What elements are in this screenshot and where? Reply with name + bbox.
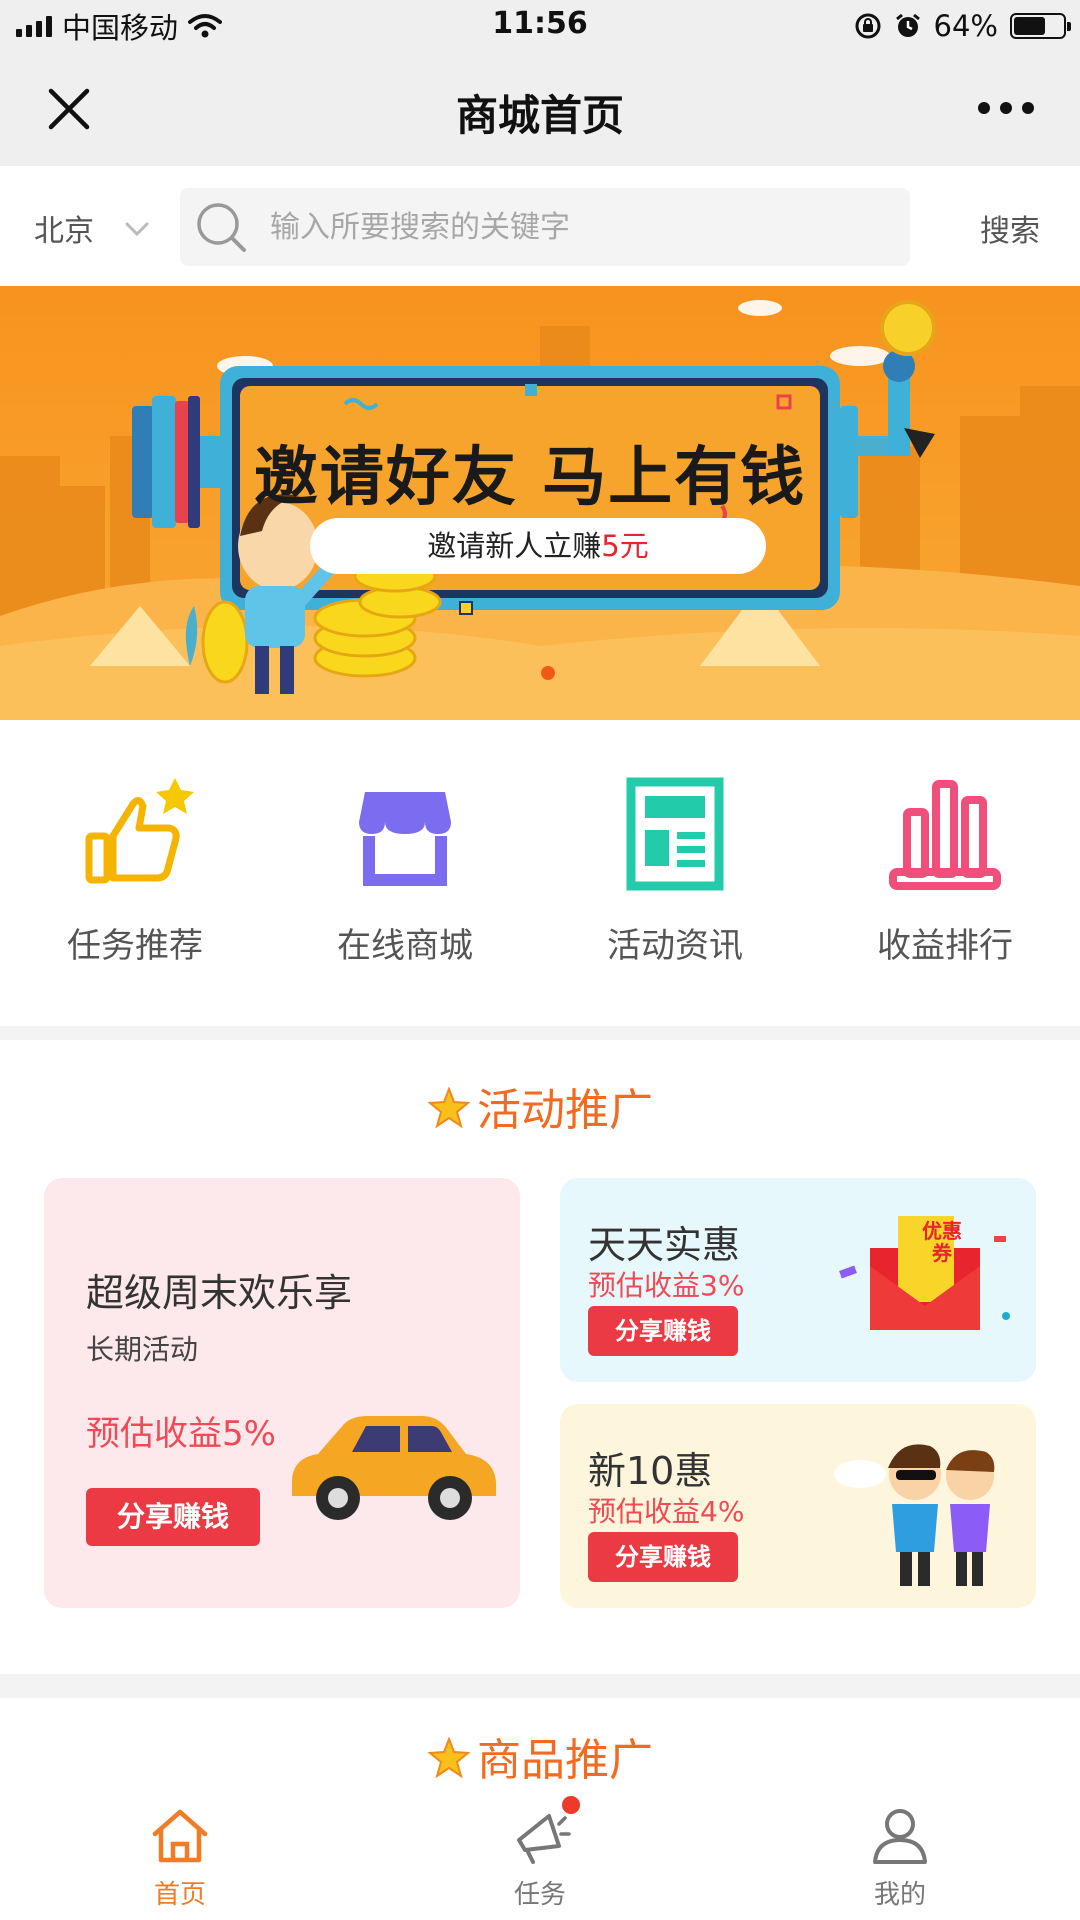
- more-dots-icon[interactable]: [978, 102, 1034, 114]
- status-bar: 中国移动 11:56 64%: [0, 0, 1080, 52]
- car-icon: [292, 1416, 496, 1520]
- alarm-icon: [895, 13, 920, 37]
- rotation-lock-icon: [855, 13, 881, 39]
- nav-bar: 商城首页: [0, 52, 1080, 166]
- notification-badge: [562, 1796, 580, 1814]
- category-earnings-rank[interactable]: 收益排行: [810, 774, 1080, 967]
- activity-section: 活动推广 超级周末欢乐享 长期活动 预估收益5% 分享赚钱 天天实惠 预估收益3…: [0, 1040, 1080, 1674]
- promo-card-weekend[interactable]: 超级周末欢乐享 长期活动 预估收益5% 分享赚钱: [44, 1178, 520, 1608]
- card-earn: 预估收益4%: [588, 1495, 745, 1528]
- share-earn-button[interactable]: 分享赚钱: [588, 1306, 738, 1356]
- category-online-mall[interactable]: 在线商城: [270, 774, 540, 967]
- tab-label: 我的: [873, 1880, 926, 1910]
- chevron-down-icon[interactable]: [124, 216, 150, 242]
- carousel-dot[interactable]: [541, 666, 555, 680]
- search-box[interactable]: [180, 188, 910, 266]
- bar-chart-icon: [889, 780, 1001, 890]
- promo-banner[interactable]: 邀请好友 马上有钱 邀请新人立赚5元: [0, 286, 1080, 720]
- card-earn: 预估收益5%: [86, 1414, 276, 1454]
- card-earn: 预估收益3%: [588, 1269, 745, 1302]
- coupon-label: 优惠券: [922, 1219, 962, 1265]
- category-label: 收益排行: [877, 926, 1013, 966]
- banner-title: 邀请好友 马上有钱: [253, 441, 807, 515]
- section-title-text: 活动推广: [477, 1085, 653, 1136]
- category-task-recommend[interactable]: 任务推荐: [0, 774, 270, 967]
- category-grid: 任务推荐 在线商城 活动资讯 收益排行: [0, 720, 1080, 1026]
- card-subtitle: 长期活动: [86, 1333, 199, 1366]
- tab-label: 首页: [153, 1880, 206, 1910]
- category-label: 在线商城: [337, 926, 473, 966]
- tab-bar: 首页 任务 我的: [0, 1786, 1080, 1920]
- star-icon: [427, 1087, 471, 1129]
- city-selector[interactable]: 北京: [34, 206, 94, 250]
- tab-label: 任务: [513, 1880, 566, 1910]
- card-title: 天天实惠: [588, 1223, 741, 1267]
- home-icon: [152, 1809, 208, 1863]
- battery-icon: [1010, 13, 1071, 39]
- category-activity-news[interactable]: 活动资讯: [540, 774, 810, 967]
- news-icon: [626, 777, 724, 891]
- status-right: 64%: [854, 8, 1071, 44]
- thumbs-up-star-icon: [85, 778, 194, 884]
- category-label: 任务推荐: [67, 926, 203, 966]
- banner-pill-amount: 5元: [601, 529, 649, 563]
- card-title: 超级周末欢乐享: [86, 1271, 353, 1315]
- banner-pill: 邀请新人立赚5元: [310, 518, 766, 574]
- megaphone-icon: [517, 1814, 571, 1864]
- battery-percent: 64%: [933, 9, 998, 43]
- user-icon: [873, 1809, 927, 1864]
- tab-home[interactable]: 首页: [0, 1786, 360, 1920]
- banner-pill-text: 邀请新人立赚: [427, 529, 602, 563]
- section-title: 活动推广: [0, 1074, 1080, 1138]
- battery-fill: [1014, 17, 1045, 35]
- two-friends-icon: [834, 1444, 995, 1586]
- page-title: 商城首页: [455, 91, 624, 140]
- section-title-text: 商品推广: [477, 1735, 653, 1786]
- share-earn-button[interactable]: 分享赚钱: [588, 1532, 738, 1582]
- search-row: 北京 搜索: [0, 166, 1080, 286]
- tab-mine[interactable]: 我的: [720, 1786, 1080, 1920]
- category-label: 活动资讯: [607, 926, 743, 966]
- search-input[interactable]: [270, 188, 890, 266]
- tab-task[interactable]: 任务: [360, 1786, 720, 1920]
- star-icon: [427, 1737, 471, 1779]
- share-earn-button[interactable]: 分享赚钱: [86, 1488, 260, 1546]
- search-icon: [197, 203, 246, 252]
- promo-card-new10[interactable]: 新10惠 预估收益4% 分享赚钱: [560, 1404, 1036, 1608]
- search-button[interactable]: 搜索: [980, 206, 1040, 250]
- card-title: 新10惠: [588, 1449, 713, 1493]
- promo-card-daily-deal[interactable]: 天天实惠 预估收益3% 分享赚钱 优惠券: [560, 1178, 1036, 1382]
- section-title: 商品推广: [0, 1724, 1080, 1788]
- shop-icon: [359, 792, 451, 886]
